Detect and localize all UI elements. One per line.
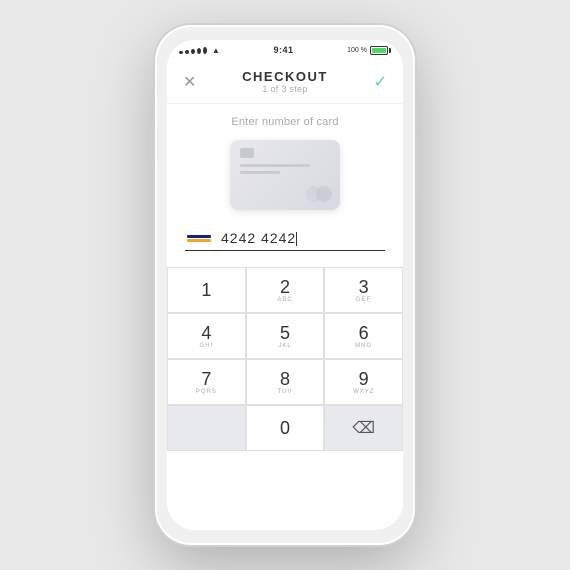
status-bar: ▲ 9:41 100 % (167, 40, 403, 60)
numpad-key-3[interactable]: 3 DEF (324, 267, 403, 313)
numpad-row-1: 1 2 ABC 3 DEF (167, 267, 403, 313)
close-button[interactable]: ✕ (183, 72, 196, 92)
visa-stripe-top (187, 235, 211, 238)
numpad-row-4: 0 ⌫ (167, 405, 403, 451)
backspace-icon: ⌫ (352, 418, 375, 438)
numpad-key-5[interactable]: 5 JKL (246, 313, 325, 359)
numpad-key-4[interactable]: 4 GHI (167, 313, 246, 359)
page-title: CHECKOUT (242, 69, 328, 84)
status-right: 100 % (347, 46, 391, 55)
phone-frame: ▲ 9:41 100 % ✕ CHECKOUT 1 of 3 step ✓ (155, 25, 415, 545)
numpad-row-3: 7 PQRS 8 TUV 9 WXYZ (167, 359, 403, 405)
text-cursor (296, 232, 297, 246)
header: ✕ CHECKOUT 1 of 3 step ✓ (167, 60, 403, 104)
numpad-key-0[interactable]: 0 (246, 405, 325, 451)
numpad-key-empty (167, 405, 246, 451)
confirm-button[interactable]: ✓ (374, 72, 387, 92)
card-line-1 (240, 164, 310, 167)
card-lines (240, 164, 330, 174)
numpad-key-6[interactable]: 6 MNO (324, 313, 403, 359)
card-chip (240, 148, 254, 158)
numpad-key-8[interactable]: 8 TUV (246, 359, 325, 405)
card-illustration (230, 140, 340, 210)
wifi-icon: ▲ (212, 46, 220, 55)
numpad: 1 2 ABC 3 DEF 4 GHI (167, 267, 403, 451)
header-center: CHECKOUT 1 of 3 step (242, 69, 328, 94)
card-logo (306, 186, 332, 202)
card-circle-2 (316, 186, 332, 202)
numpad-row-2: 4 GHI 5 JKL 6 MNO (167, 313, 403, 359)
card-number-display[interactable]: 4242 4242 (221, 230, 385, 246)
numpad-key-9[interactable]: 9 WXYZ (324, 359, 403, 405)
visa-logo (185, 235, 213, 242)
card-line-2 (240, 171, 280, 174)
battery-percent: 100 % (347, 47, 367, 54)
card-input-row[interactable]: 4242 4242 (185, 226, 385, 251)
numpad-key-7[interactable]: 7 PQRS (167, 359, 246, 405)
numpad-key-1[interactable]: 1 (167, 267, 246, 313)
status-left: ▲ (179, 46, 220, 55)
numpad-key-backspace[interactable]: ⌫ (324, 405, 403, 451)
content-area: Enter number of card (167, 104, 403, 530)
enter-card-label: Enter number of card (231, 116, 338, 128)
status-time: 9:41 (274, 45, 294, 55)
visa-stripe-bottom (187, 239, 211, 242)
numpad-key-2[interactable]: 2 ABC (246, 267, 325, 313)
phone-screen: ▲ 9:41 100 % ✕ CHECKOUT 1 of 3 step ✓ (167, 40, 403, 530)
signal-icon (179, 47, 207, 54)
step-indicator: 1 of 3 step (242, 84, 328, 94)
battery-icon (370, 46, 391, 55)
